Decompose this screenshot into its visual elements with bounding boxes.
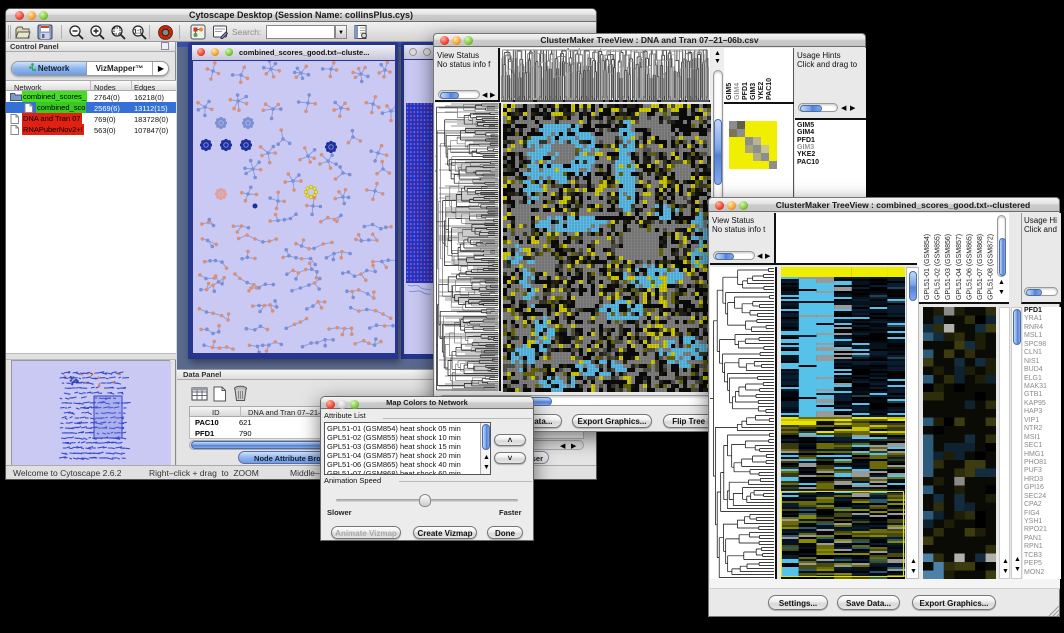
- svg-text:YKE2: YKE2: [758, 82, 765, 100]
- svg-text:GPL51-03 (GSM856): GPL51-03 (GSM856): [945, 234, 952, 300]
- svg-text:GPL51-06 (GSM865): GPL51-06 (GSM865): [966, 234, 973, 300]
- svg-text:PAC10: PAC10: [766, 78, 773, 100]
- svg-text:GPL51-08 (GSM872): GPL51-08 (GSM872): [988, 234, 995, 300]
- svg-text:GPL51-04 (GSM857): GPL51-04 (GSM857): [956, 234, 963, 300]
- svg-text:PFD1: PFD1: [742, 82, 749, 100]
- svg-text:GPL51-01 (GSM854): GPL51-01 (GSM854): [924, 234, 931, 300]
- svg-text:GIM4: GIM4: [734, 83, 741, 100]
- svg-text:GPL51-02 (GSM855): GPL51-02 (GSM855): [935, 234, 942, 300]
- svg-text:GPL51-07 (GSM868): GPL51-07 (GSM868): [977, 234, 984, 300]
- svg-text:GIM3: GIM3: [750, 83, 757, 100]
- svg-text:GIM5: GIM5: [726, 83, 733, 100]
